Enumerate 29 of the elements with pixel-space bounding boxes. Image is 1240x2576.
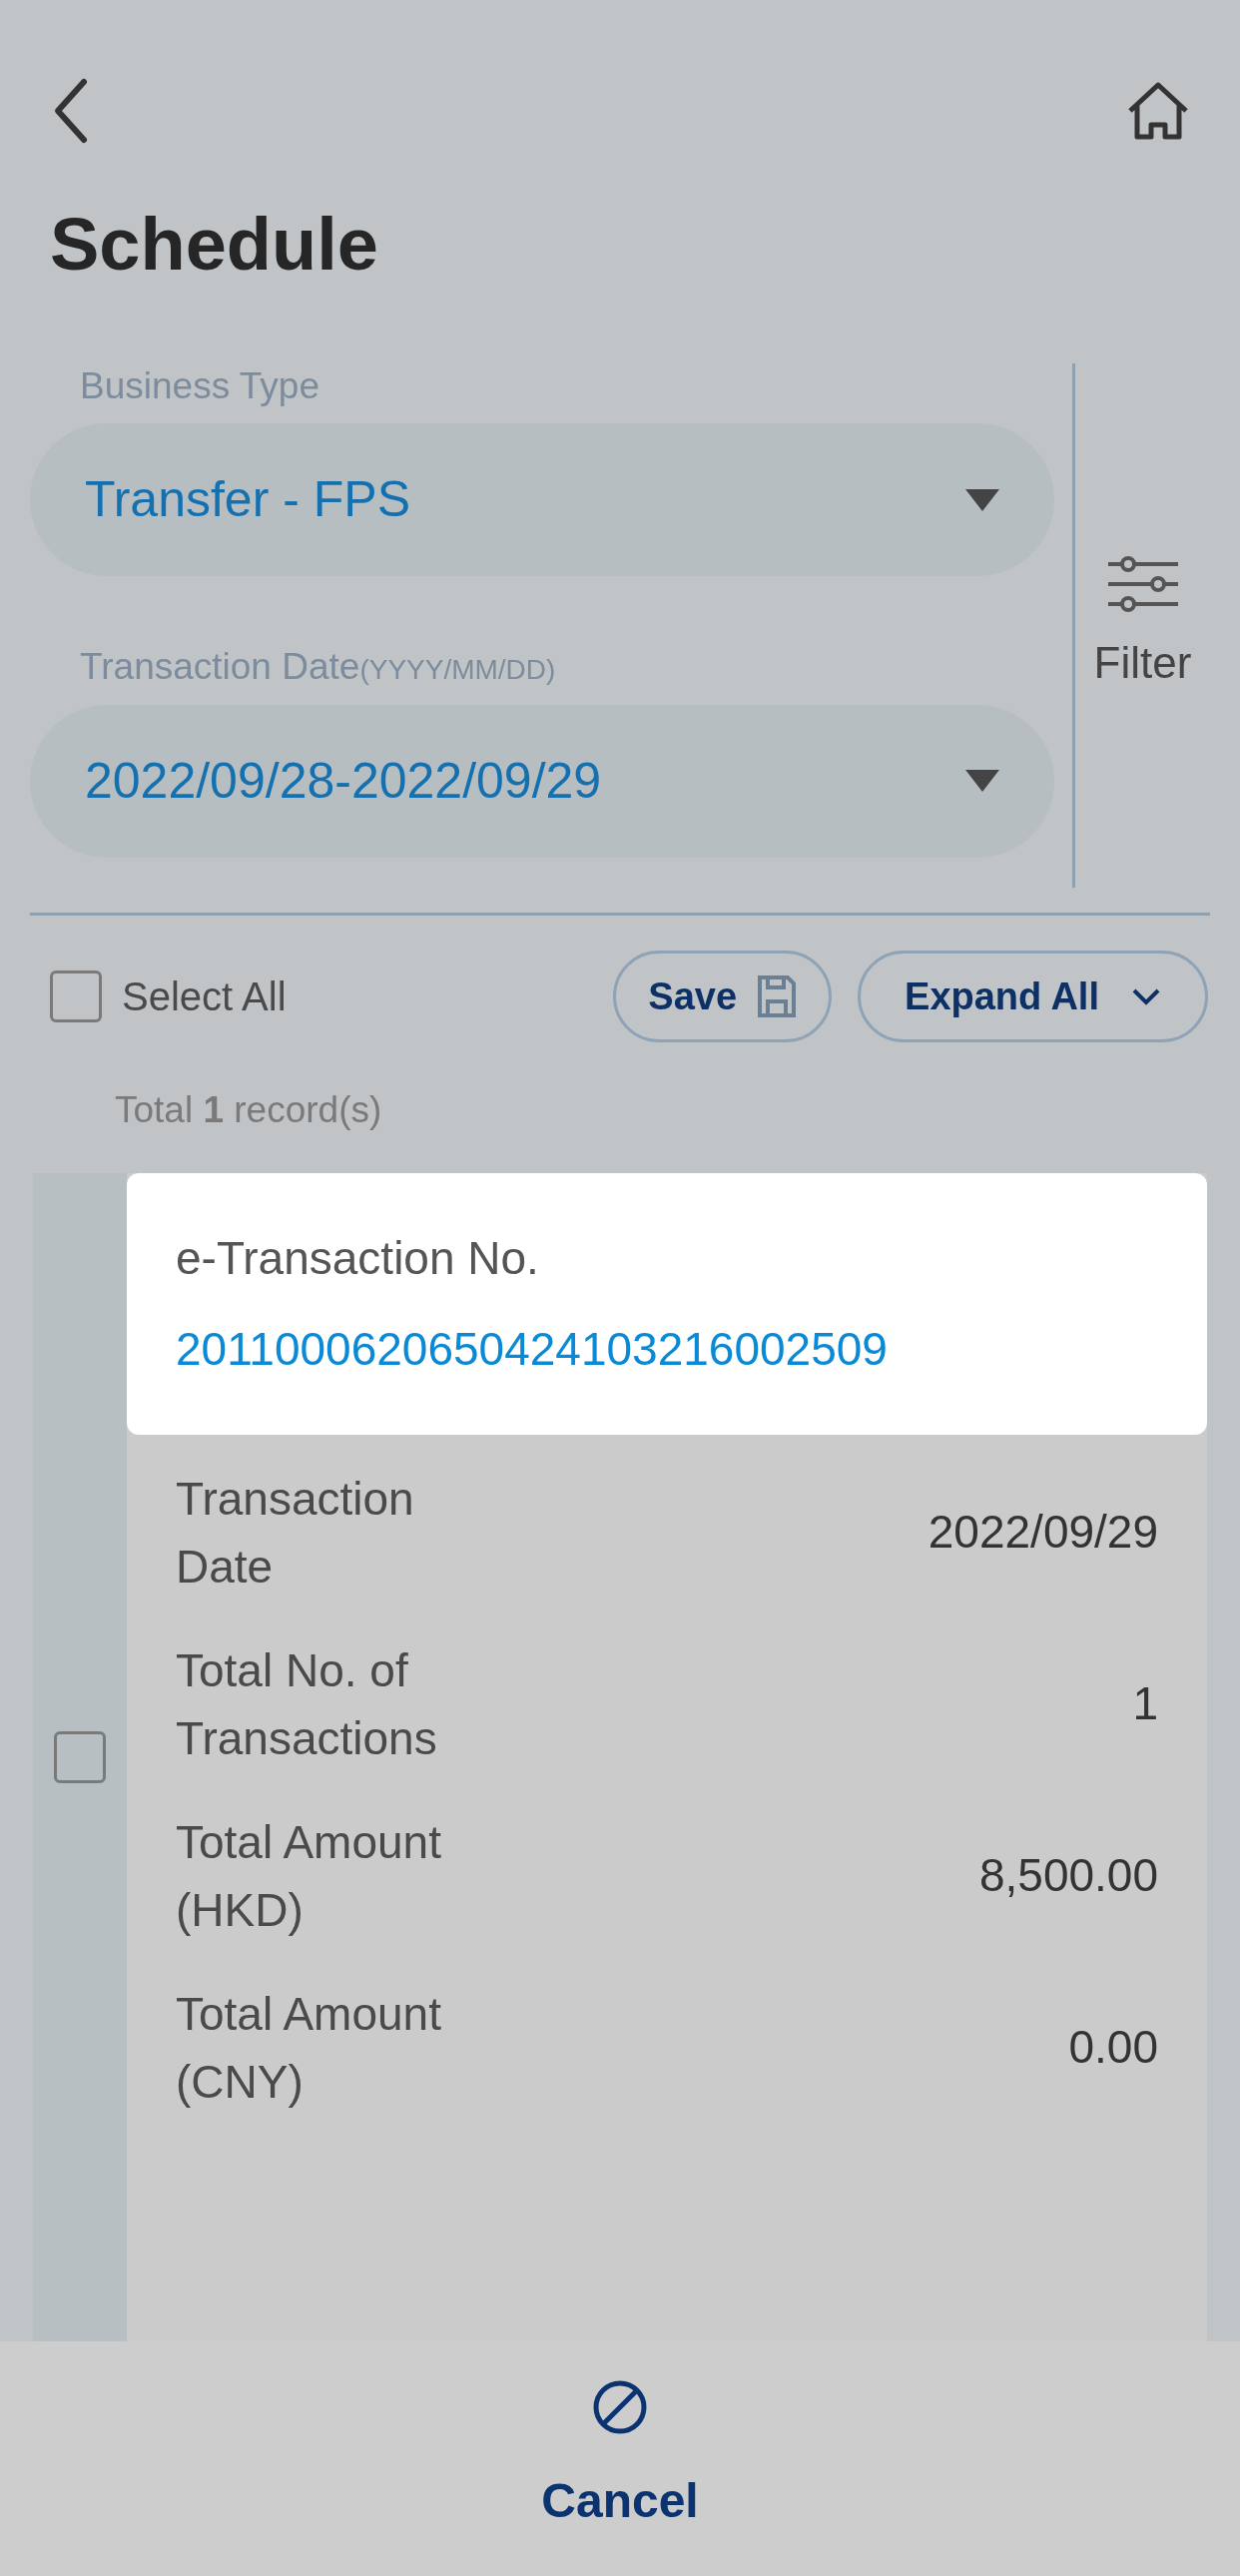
field-value: 8,500.00 [978, 1848, 1158, 1903]
field-label: Business Type [80, 364, 320, 408]
record-count: Total 1 record(s) [115, 1088, 383, 1132]
transaction-number: 2011000620650424103216002509 [176, 1321, 889, 1377]
cancel-icon [592, 2379, 648, 2435]
chevron-down-icon [1131, 987, 1161, 1005]
field-label: e-Transaction No. [176, 1230, 540, 1286]
cancel-button[interactable]: Cancel [541, 2341, 699, 2576]
field-value: 2022/09/29 [928, 1505, 1158, 1560]
save-button[interactable]: Save [613, 951, 833, 1042]
filter-button[interactable]: Filter [1075, 363, 1210, 888]
checkbox[interactable] [54, 1730, 106, 1783]
field-label: Transaction Date [176, 1471, 415, 1595]
page-title: Schedule [50, 208, 379, 282]
dropdown-field[interactable]: 2022/09/28-2022/09/29 [30, 704, 1054, 858]
dropdown-arrow-icon [965, 770, 999, 792]
dropdown-field[interactable]: Transfer - FPS [30, 423, 1054, 577]
expand-all-button[interactable]: Expand All [858, 951, 1208, 1042]
field-label: Transaction Date(YYYY/MM/DD) [80, 645, 557, 690]
select-all-label[interactable]: Select All [122, 966, 287, 1026]
filter-icon [1105, 555, 1180, 612]
checkbox[interactable] [50, 970, 102, 1022]
field-label: Total Amount(CNY) [176, 1986, 441, 2110]
field-label: Total Amount(HKD) [176, 1814, 441, 1938]
field-label: Total No. of Transactions [176, 1642, 438, 1766]
home-icon[interactable] [1126, 80, 1190, 141]
field-value: 0.00 [1068, 2020, 1158, 2075]
field-value: 1 [1132, 1676, 1158, 1731]
dropdown-arrow-icon [965, 488, 999, 511]
